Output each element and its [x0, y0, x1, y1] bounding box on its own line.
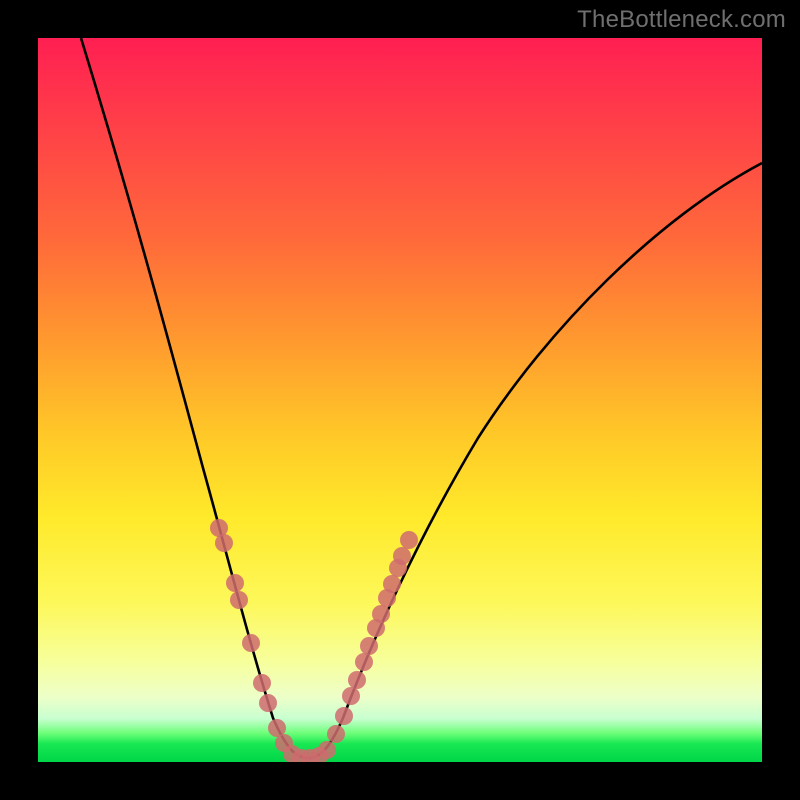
plot-area	[38, 38, 762, 762]
bottleneck-curve	[38, 38, 762, 762]
highlighted-points	[210, 519, 418, 762]
watermark-text: TheBottleneck.com	[577, 6, 786, 34]
chart-frame: TheBottleneck.com	[0, 0, 800, 800]
curve-path	[81, 38, 762, 758]
